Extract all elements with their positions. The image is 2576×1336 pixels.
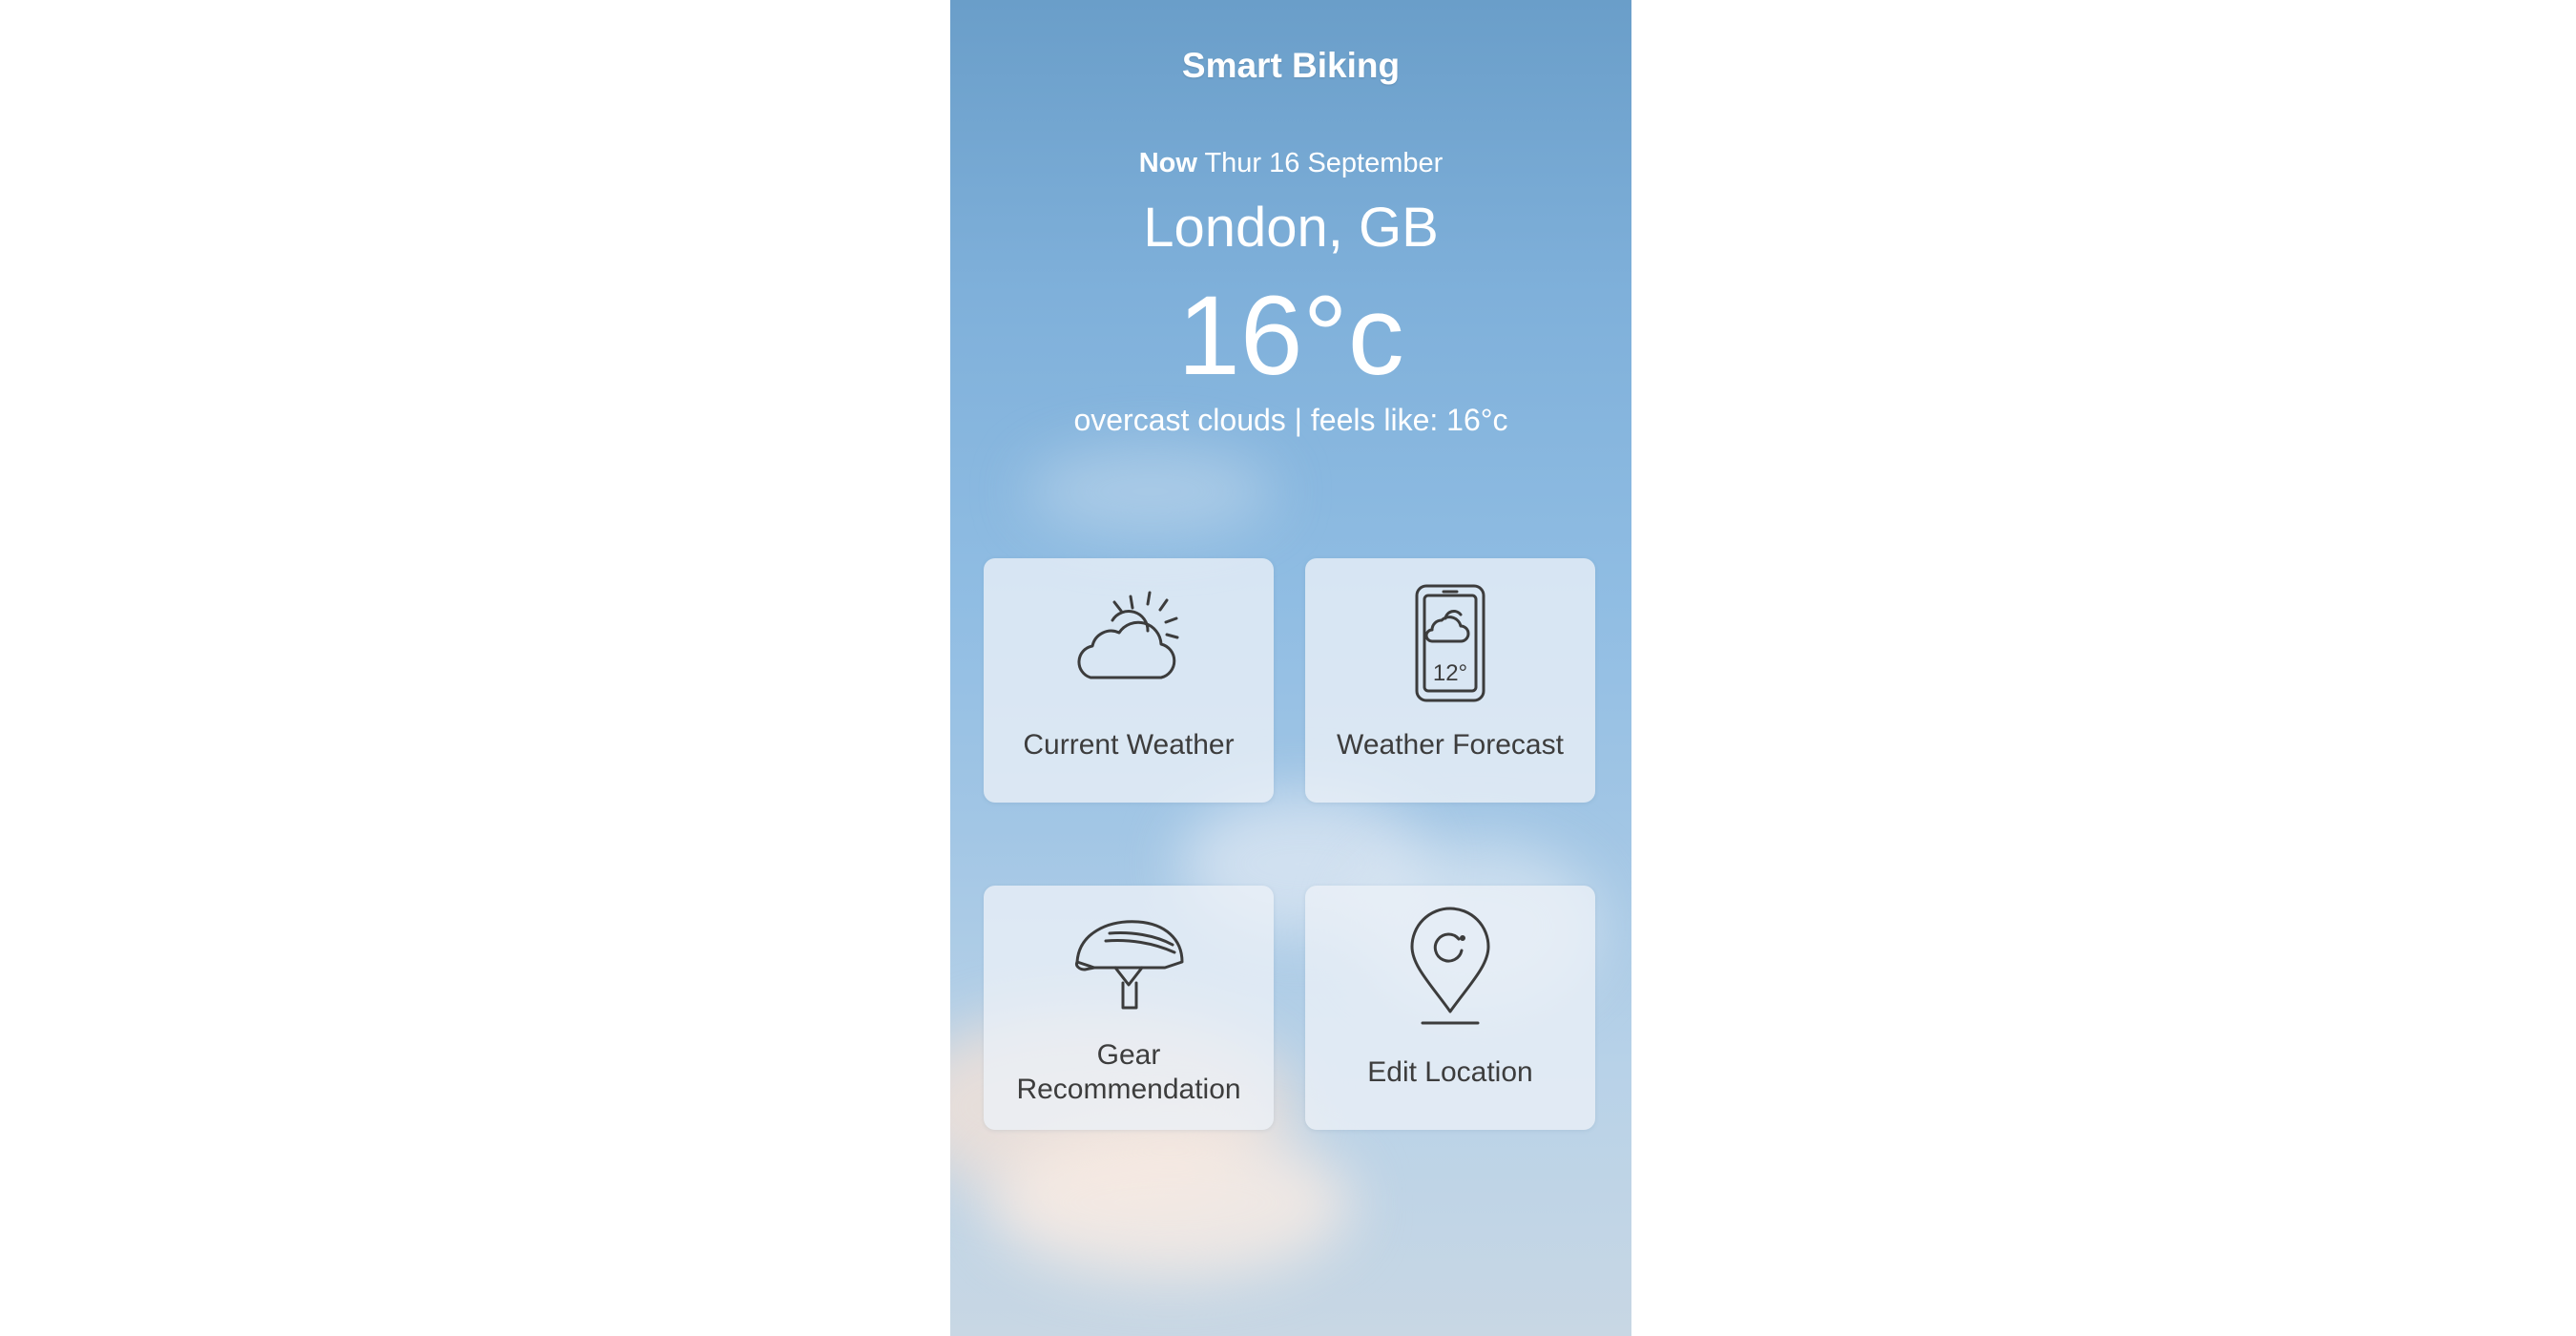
- now-label: Now: [1138, 148, 1197, 178]
- app-title: Smart Biking: [1181, 46, 1401, 85]
- gear-recommendation-tile[interactable]: Gear Recommendation: [984, 886, 1274, 1130]
- phone-weather-icon: 12°: [1415, 584, 1485, 702]
- background-cloud: [988, 1126, 1351, 1279]
- gear-recommendation-label: Gear Recommendation: [984, 1038, 1274, 1107]
- temperature: 16°c: [1177, 273, 1404, 399]
- location-name: London, GB: [1143, 197, 1439, 259]
- weather-forecast-tile[interactable]: 12° Weather Forecast: [1305, 558, 1595, 803]
- current-weather-tile[interactable]: Current Weather: [984, 558, 1274, 803]
- current-date: Thur 16 September: [1204, 148, 1444, 178]
- gear-label-line1: Gear: [1096, 1039, 1161, 1071]
- cloud-sun-icon: [1077, 591, 1179, 679]
- edit-location-label: Edit Location: [1367, 1056, 1533, 1088]
- gear-label-line2: Recommendation: [1016, 1074, 1241, 1105]
- app-screen: Smart Biking Now Thur 16 September Londo…: [950, 0, 1631, 1336]
- weather-description: overcast clouds | feels like: 16°c: [1073, 403, 1508, 437]
- forecast-icon-temp: 12°: [1433, 660, 1467, 686]
- background-cloud: [1027, 449, 1275, 534]
- date-line: Now Thur 16 September: [950, 148, 1631, 179]
- weather-forecast-label: Weather Forecast: [1337, 729, 1564, 761]
- helmet-icon: [1075, 920, 1184, 1010]
- location-pin-icon: [1410, 907, 1490, 1025]
- current-weather-label: Current Weather: [1023, 729, 1235, 761]
- edit-location-tile[interactable]: Edit Location: [1305, 886, 1595, 1130]
